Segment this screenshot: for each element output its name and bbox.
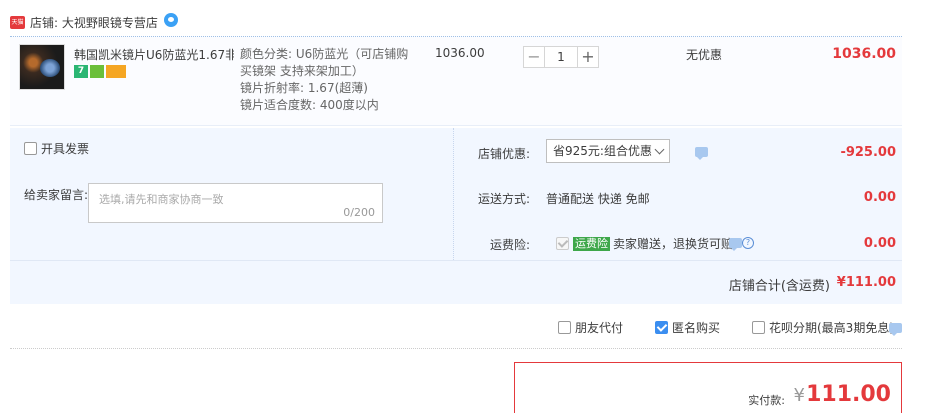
insurance-label: 运费险:: [490, 238, 531, 252]
actual-payment-box: 实付款: ¥ 111.00: [514, 362, 902, 413]
seven-day-return-icon[interactable]: 7: [74, 65, 88, 78]
unit-price: 1036.00: [435, 46, 485, 60]
seller-message-textarea[interactable]: 选填,请先和商家协商一致 0/200: [88, 183, 383, 223]
shop-name[interactable]: 店铺: 大视野眼镜专营店: [30, 14, 158, 31]
anonymous-checkbox[interactable]: [655, 321, 668, 334]
product-title[interactable]: 韩国凯米镜片U6防蓝光1.67非…: [74, 46, 234, 63]
chat-seller-icon[interactable]: [163, 13, 178, 27]
chevron-down-icon: [654, 144, 665, 155]
options-right-panel: 店铺优惠: 省925元:组合优惠 -925.00 运送方式: 普通配送 快递 免…: [454, 128, 902, 260]
freight-insurance-tag: 运费险: [573, 236, 610, 251]
coupon-selected-value: 省925元:组合优惠: [553, 144, 652, 158]
yen-symbol: ¥: [793, 385, 805, 406]
seller-message-counter: 0/200: [343, 206, 375, 219]
product-thumbnail[interactable]: [19, 44, 65, 90]
quantity-input[interactable]: 1: [545, 46, 577, 68]
credit-card-icon[interactable]: [106, 65, 126, 78]
quantity-stepper: − 1 +: [523, 46, 599, 68]
item-discount: 无优惠: [686, 48, 723, 62]
huabei-label: 花呗分期(最高3期免息): [769, 321, 894, 335]
coupon-select[interactable]: 省925元:组合优惠: [546, 139, 670, 163]
shop-header: 天猫 店铺: 大视野眼镜专营店: [10, 12, 178, 32]
coupon-amount: -925.00: [840, 145, 896, 160]
shipping-amount: 0.00: [863, 190, 896, 205]
huabei-message-icon[interactable]: [889, 323, 902, 336]
friend-pay-label: 朋友代付: [575, 321, 624, 335]
insurance-info: 运费险 卖家赠送，退换货可赔: [573, 235, 733, 252]
order-options: 开具发票 给卖家留言: 选填,请先和商家协商一致 0/200 店铺优惠: 省92…: [10, 128, 902, 260]
seller-message-placeholder: 选填,请先和商家协商一致: [99, 193, 224, 206]
insurance-amount: 0.00: [863, 236, 896, 251]
order-item-row: 韩国凯米镜片U6防蓝光1.67非… 7 颜色分类: U6防蓝光（可店铺购 买镜架…: [10, 36, 902, 126]
invoice-option[interactable]: 开具发票: [24, 140, 89, 157]
options-left-panel: 开具发票 给卖家留言: 选填,请先和商家协商一致 0/200: [10, 128, 454, 260]
actual-payment-amount: 111.00: [806, 382, 891, 407]
insurance-checkbox: [556, 237, 569, 250]
sku-line: 买镜架 支持来架加工）: [240, 64, 364, 78]
actual-payment-label: 实付款:: [748, 394, 785, 407]
anonymous-option[interactable]: 匿名购买: [655, 319, 720, 336]
payment-options: 朋友代付 匿名购买 花呗分期(最高3期免息): [10, 316, 902, 338]
invoice-label: 开具发票: [41, 142, 90, 156]
tmall-badge-icon: 天猫: [10, 15, 25, 29]
huabei-checkbox[interactable]: [752, 321, 765, 334]
insurance-text: 卖家赠送，退换货可赔: [613, 237, 734, 251]
quantity-plus-button[interactable]: +: [577, 46, 599, 68]
insurance-message-icon[interactable]: [729, 238, 742, 251]
shop-total-amount: ¥111.00: [836, 275, 896, 290]
seller-message-label: 给卖家留言:: [24, 188, 89, 202]
anonymous-label: 匿名购买: [672, 321, 721, 335]
friend-pay-option[interactable]: 朋友代付: [558, 319, 623, 336]
guarantee-icon[interactable]: [90, 65, 104, 78]
sku-info: 颜色分类: U6防蓝光（可店铺购 买镜架 支持来架加工） 镜片折射率: 1.67…: [240, 46, 415, 114]
quantity-minus-button[interactable]: −: [523, 46, 545, 68]
shipping-method: 普通配送 快递 免邮: [546, 192, 650, 206]
shop-total-label: 店铺合计(含运费): [728, 279, 830, 294]
shop-total-row: 店铺合计(含运费) ¥111.00: [10, 260, 902, 304]
sku-line: 颜色分类: U6防蓝光（可店铺购: [240, 47, 409, 61]
service-icons: 7: [74, 65, 126, 78]
coupon-message-icon[interactable]: [695, 147, 708, 160]
sku-line: 镜片折射率: 1.67(超薄): [240, 81, 368, 95]
invoice-checkbox[interactable]: [24, 142, 37, 155]
huabei-option[interactable]: 花呗分期(最高3期免息): [752, 319, 894, 336]
sku-line: 镜片适合度数: 400度以内: [240, 98, 379, 112]
shipping-label: 运送方式:: [478, 192, 531, 206]
section-divider: [10, 348, 902, 349]
coupon-label: 店铺优惠:: [478, 147, 531, 161]
item-subtotal: 1036.00: [832, 46, 896, 62]
friend-pay-checkbox[interactable]: [558, 321, 571, 334]
help-icon[interactable]: ?: [742, 237, 754, 249]
